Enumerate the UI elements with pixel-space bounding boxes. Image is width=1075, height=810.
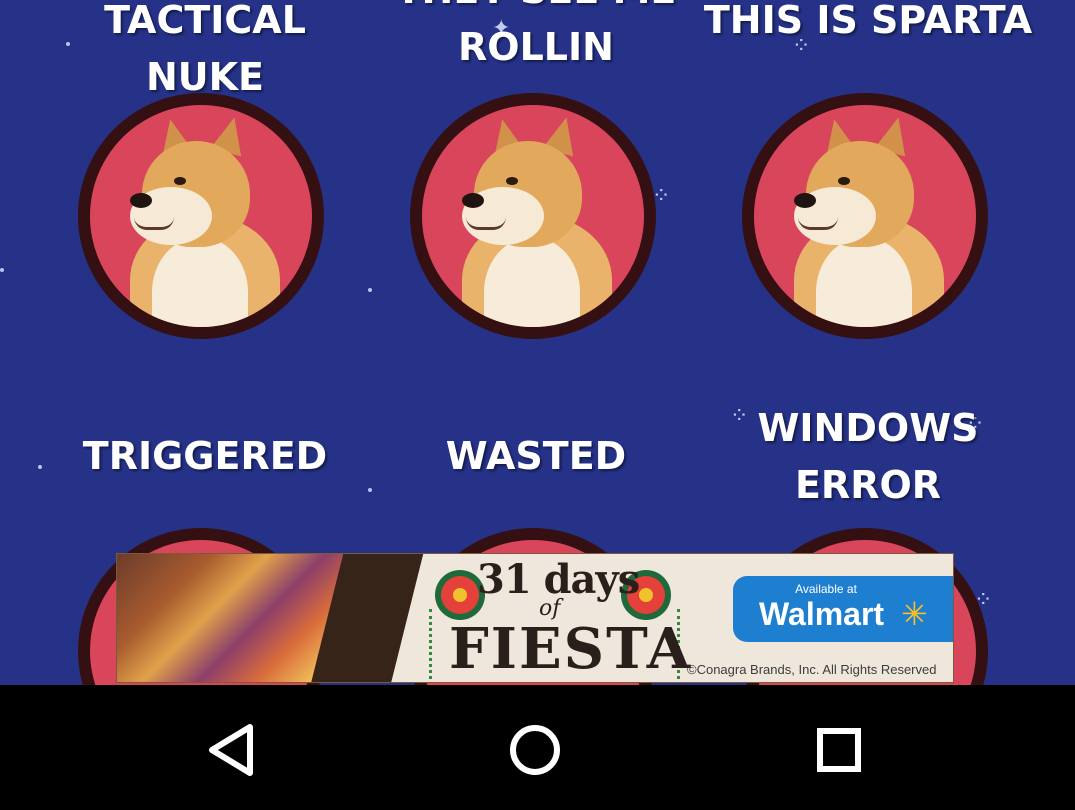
ad-copyright: ©Conagra Brands, Inc. All Rights Reserve… (687, 662, 937, 677)
sound-button-tactical-nuke[interactable] (78, 93, 324, 339)
back-button[interactable] (198, 715, 268, 785)
sound-label-windows-error: WINDOWS ERROR (757, 406, 979, 507)
flower-icon (441, 576, 479, 614)
star-decoration (0, 268, 4, 272)
back-triangle-icon (209, 724, 253, 776)
soundboard-grid: ✦ ⁘ ⁘ ⁘ ⁘ ⁘ TACTICAL NUKE THEY SEE ME RO… (0, 0, 1075, 685)
sound-label-tactical-nuke: TACTICAL NUKE (104, 0, 306, 99)
walmart-badge: Available at Walmart ✳ (733, 576, 953, 642)
system-navigation-bar (0, 685, 1075, 810)
sound-button-they-see-me-rollin[interactable] (410, 93, 656, 339)
sound-label-wasted: WASTED (445, 434, 627, 478)
tacos-image (117, 554, 367, 682)
recents-square-icon (817, 728, 861, 772)
leaf-decoration (429, 609, 442, 679)
walmart-logo-text: Walmart (759, 596, 885, 632)
star-decoration (368, 288, 372, 292)
star-decoration (368, 488, 372, 492)
ad-headline-fiesta: FIESTA (449, 616, 693, 682)
available-at-text: Available at (795, 582, 857, 596)
ad-banner[interactable]: 31 days of FIESTA Available at Walmart ✳… (116, 553, 954, 683)
home-button[interactable] (500, 715, 570, 785)
sound-label-they-see-me-rollin: THEY SEE ME ROLLIN (396, 0, 677, 69)
doge-image (90, 105, 312, 327)
doge-image (754, 105, 976, 327)
home-circle-icon (510, 725, 560, 775)
sound-label-this-is-sparta: THIS IS SPARTA (703, 0, 1033, 42)
sound-label-triggered: TRIGGERED (82, 434, 328, 478)
walmart-spark-icon: ✳ (901, 595, 928, 633)
doge-image (422, 105, 644, 327)
sound-button-this-is-sparta[interactable] (742, 93, 988, 339)
recents-button[interactable] (804, 715, 874, 785)
